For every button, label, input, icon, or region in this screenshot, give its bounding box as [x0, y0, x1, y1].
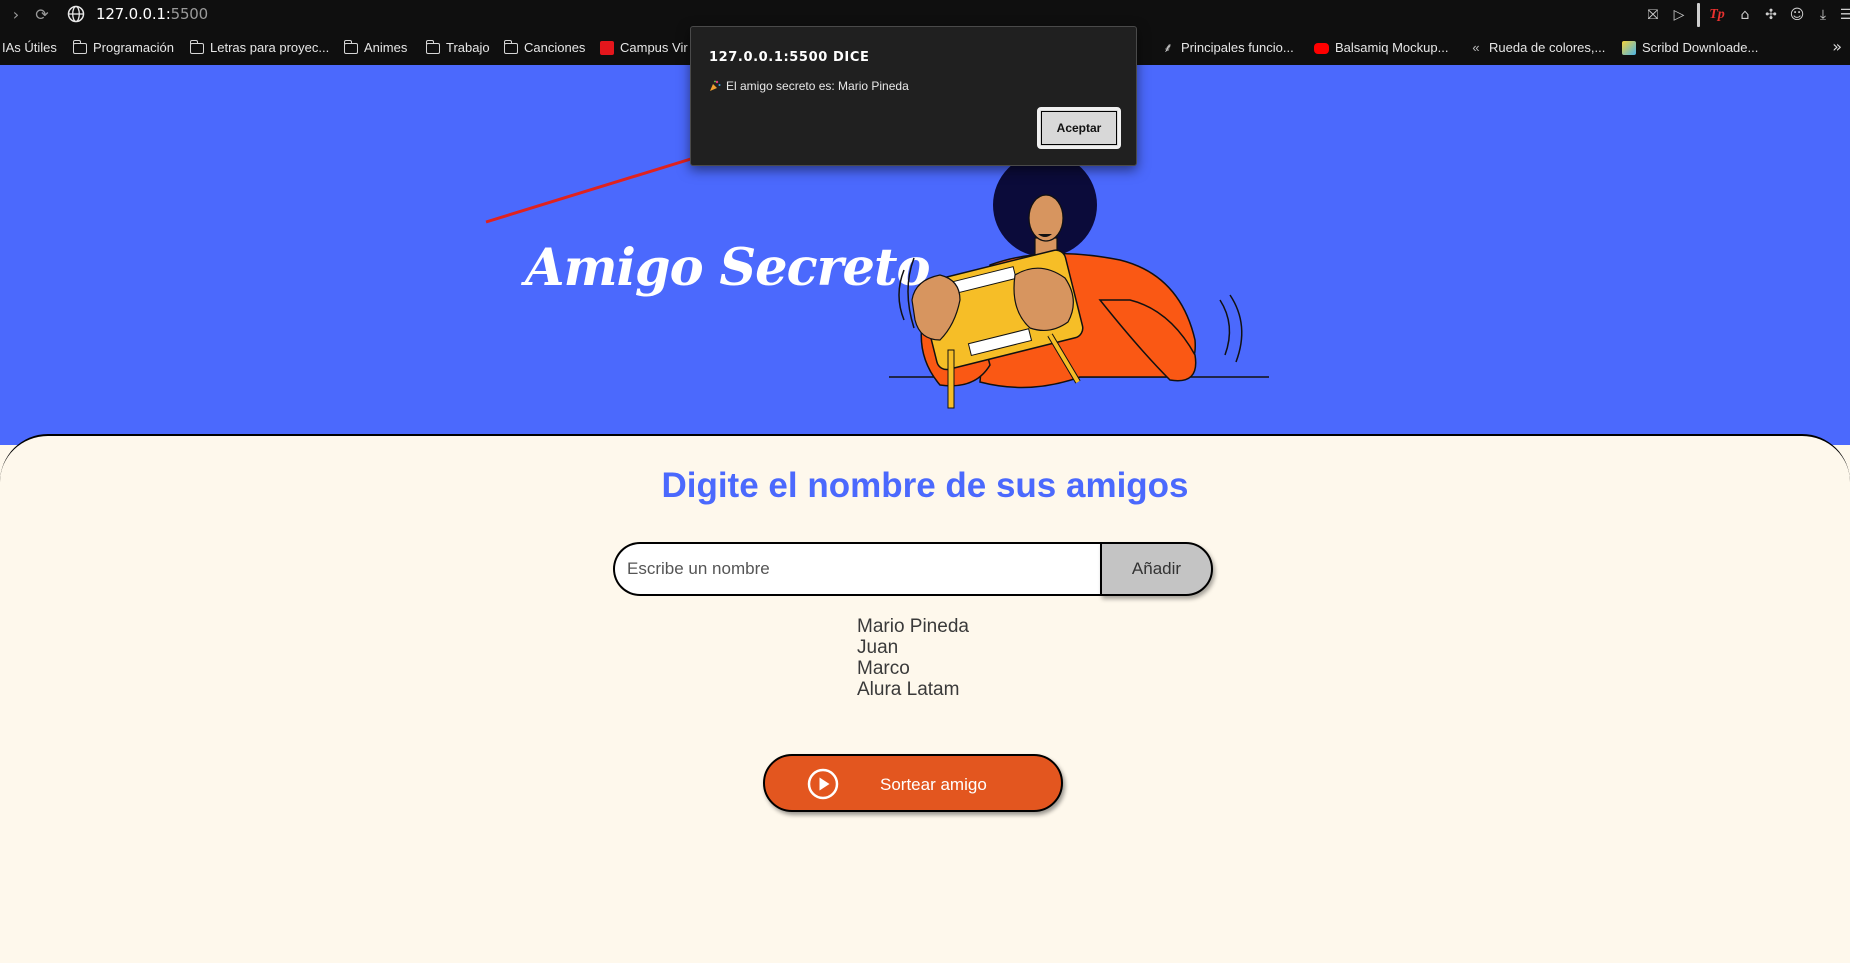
url-host: 127.0.0.1:: [96, 5, 171, 23]
shield-icon[interactable]: ⛝: [1643, 5, 1663, 25]
download-icon[interactable]: ⤓: [1813, 5, 1833, 25]
play-icon: [807, 768, 839, 800]
address-bar[interactable]: 127.0.0.1:5500: [96, 4, 208, 24]
bookmark-programacion[interactable]: Programación: [72, 39, 174, 57]
send-icon[interactable]: ▷: [1669, 5, 1689, 25]
alert-dialog: 127.0.0.1:5500 DICE El amigo secreto es:…: [690, 26, 1137, 166]
main-content: Digite el nombre de sus amigos Añadir Ma…: [0, 434, 1850, 963]
tp-extension-icon[interactable]: Tp: [1707, 5, 1727, 25]
add-friend-form: Añadir: [613, 542, 1213, 596]
dialog-message-text: El amigo secreto es: Mario Pineda: [726, 79, 909, 93]
folder-icon: [425, 39, 440, 54]
bookmark-rueda[interactable]: «Rueda de colores,...: [1469, 39, 1605, 57]
forward-icon[interactable]: ›: [6, 5, 26, 25]
menu-icon[interactable]: ☰: [1836, 5, 1850, 25]
bookmark-ias-utiles[interactable]: IAs Útiles: [2, 39, 57, 57]
draw-friend-label: Sortear amigo: [880, 775, 987, 794]
friend-name-input[interactable]: [613, 542, 1103, 596]
bookmark-canciones[interactable]: Canciones: [503, 39, 585, 57]
folder-icon: [343, 39, 358, 54]
page-title: Amigo Secreto: [525, 238, 931, 298]
puzzle-icon[interactable]: ✣: [1761, 5, 1781, 25]
home-icon[interactable]: ⌂: [1735, 5, 1755, 25]
folder-icon: [503, 39, 518, 54]
list-item: Juan: [857, 637, 899, 658]
list-item: Mario Pineda: [857, 616, 969, 637]
draw-friend-button[interactable]: Sortear amigo: [763, 754, 1063, 812]
bookmark-trabajo[interactable]: Trabajo: [425, 39, 490, 57]
bookmark-campus[interactable]: Campus Vir: [600, 39, 688, 57]
color-wheel-favicon: «: [1472, 40, 1480, 55]
youtube-favicon: [1314, 42, 1329, 54]
bookmark-letras[interactable]: Letras para proyec...: [189, 39, 329, 57]
feather-favicon: ⸙: [1163, 40, 1173, 55]
gaming-person-illustration: [889, 153, 1269, 409]
folder-icon: [189, 39, 204, 54]
bookmark-balsamiq[interactable]: Balsamiq Mockup...: [1314, 39, 1448, 57]
reload-icon[interactable]: ⟳: [32, 5, 52, 25]
accept-button[interactable]: Aceptar: [1037, 107, 1121, 149]
folder-icon: [72, 39, 87, 54]
more-bookmarks-icon[interactable]: »: [1832, 37, 1842, 56]
bookmark-animes[interactable]: Animes: [343, 39, 407, 57]
list-item: Alura Latam: [857, 679, 960, 700]
dialog-title: 127.0.0.1:5500 DICE: [709, 50, 870, 65]
globe-icon: [67, 5, 85, 23]
url-port: 5500: [170, 5, 209, 23]
dialog-message: El amigo secreto es: Mario Pineda: [709, 79, 909, 93]
campus-favicon: [600, 41, 614, 55]
bookmark-principales[interactable]: ⸙ Principales funcio...: [1161, 39, 1294, 57]
toolbar-divider: [1697, 3, 1700, 27]
bookmark-scribd[interactable]: Scribd Downloade...: [1622, 39, 1758, 57]
friend-list: Mario Pineda Juan Marco Alura Latam: [857, 616, 969, 700]
section-heading: Digite el nombre de sus amigos: [661, 466, 1189, 505]
list-item: Marco: [857, 658, 910, 679]
party-popper-icon: [710, 80, 721, 91]
profile-icon[interactable]: ☺: [1787, 5, 1807, 25]
add-button[interactable]: Añadir: [1100, 542, 1213, 596]
scribd-favicon: [1622, 41, 1636, 55]
